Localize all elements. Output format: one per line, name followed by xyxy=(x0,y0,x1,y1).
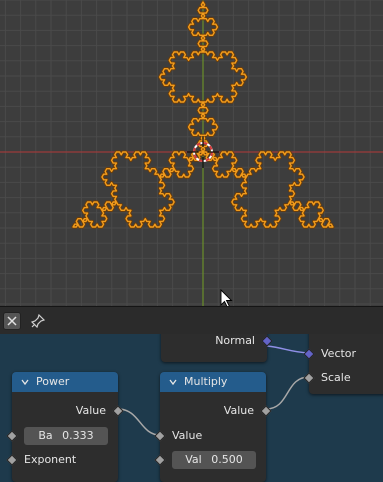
multiply-value-field[interactable]: Val 0.500 xyxy=(172,451,256,469)
power-output-label: Value xyxy=(75,404,106,417)
base-field-value: 0.333 xyxy=(62,429,94,442)
base-field[interactable]: Ba 0.333 xyxy=(24,427,108,445)
power-node-title: Power xyxy=(36,375,70,388)
multiply-field-label: Val xyxy=(185,453,202,466)
vector-input-label: Vector xyxy=(321,347,357,360)
node-editor[interactable]: Normal Vector Scale Power Value Ba 0.333… xyxy=(0,334,383,482)
pin-icon xyxy=(31,314,45,328)
chevron-down-icon[interactable] xyxy=(168,377,178,387)
link-power-multiply xyxy=(117,408,161,436)
link-multiply-scale xyxy=(265,376,310,410)
multiply-output-label: Value xyxy=(223,404,254,417)
pin-button[interactable] xyxy=(29,312,47,330)
close-button[interactable] xyxy=(3,312,21,330)
normal-node[interactable]: Normal xyxy=(161,334,273,362)
multiply-node-header[interactable]: Multiply xyxy=(160,372,266,392)
noise-node[interactable]: Vector Scale xyxy=(303,334,383,394)
normal-output-label: Normal xyxy=(215,334,255,347)
multiply-node-title: Multiply xyxy=(184,375,228,388)
base-field-label: Ba xyxy=(38,429,53,442)
viewport-canvas[interactable] xyxy=(0,0,383,306)
link-normal-vector xyxy=(266,345,310,354)
multiply-field-value: 0.500 xyxy=(211,453,243,466)
3d-viewport[interactable] xyxy=(0,0,383,306)
node-editor-header xyxy=(0,306,383,334)
multiply-node[interactable]: Multiply Value Value Val 0.500 xyxy=(154,372,272,482)
exponent-input-label: Exponent xyxy=(24,453,77,466)
close-icon xyxy=(7,316,17,326)
chevron-down-icon[interactable] xyxy=(20,377,30,387)
scale-input-label: Scale xyxy=(321,371,351,384)
power-node-header[interactable]: Power xyxy=(12,372,118,392)
power-node[interactable]: Power Value Ba 0.333 Exponent xyxy=(6,372,124,482)
multiply-value-input-label: Value xyxy=(172,429,203,442)
